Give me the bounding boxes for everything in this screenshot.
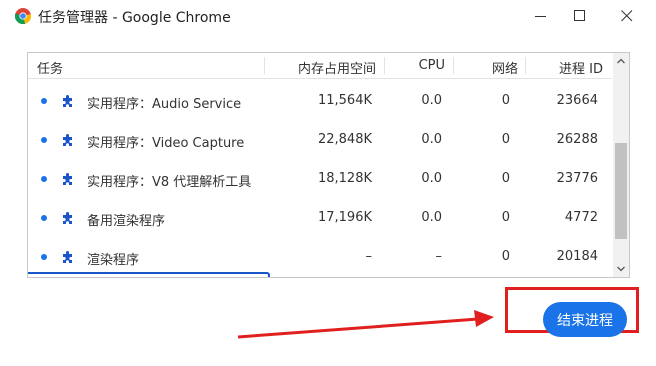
end-process-button[interactable]: 结束进程: [543, 302, 627, 337]
